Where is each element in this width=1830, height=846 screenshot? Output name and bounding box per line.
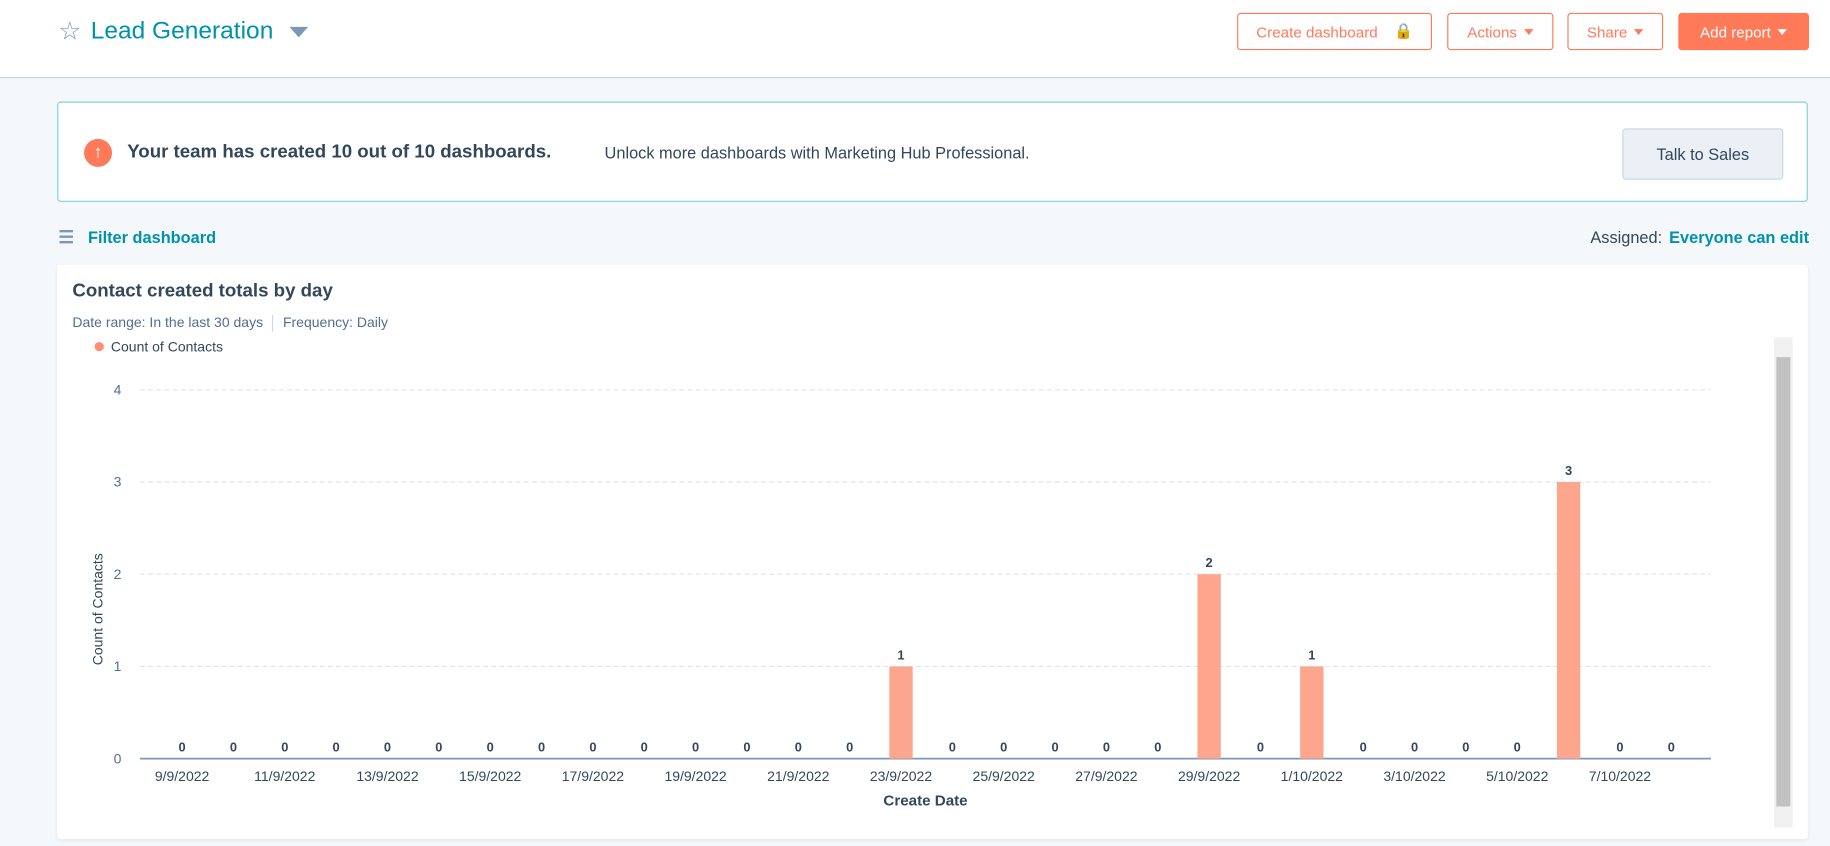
data-label: 0	[1462, 740, 1469, 755]
bar[interactable]	[889, 666, 913, 759]
x-tick-label: 9/9/2022	[155, 768, 210, 784]
data-label: 3	[1565, 463, 1572, 478]
actions-label: Actions	[1467, 22, 1518, 41]
x-tick-label: 15/9/2022	[459, 768, 521, 784]
y-tick-label: 1	[114, 658, 122, 674]
banner-subtitle: Unlock more dashboards with Marketing Hu…	[604, 143, 1030, 163]
x-tick-label: 19/9/2022	[664, 768, 726, 784]
assigned-info: Assigned: Everyone can edit	[1590, 228, 1809, 247]
data-label: 1	[897, 647, 904, 662]
assigned-link[interactable]: Everyone can edit	[1669, 228, 1809, 247]
data-label: 1	[1308, 647, 1315, 662]
data-label: 0	[1360, 740, 1367, 755]
bar[interactable]	[1556, 482, 1581, 759]
y-tick-label: 2	[114, 566, 122, 582]
x-tick-label: 17/9/2022	[562, 768, 624, 784]
data-label: 0	[1154, 740, 1161, 755]
create-dashboard-label: Create dashboard	[1256, 22, 1378, 41]
data-label: 0	[538, 740, 545, 755]
x-tick-label: 11/9/2022	[254, 768, 315, 784]
add-report-label: Add report	[1700, 22, 1771, 41]
data-label: 0	[1103, 740, 1110, 755]
data-label: 0	[281, 740, 288, 755]
bar[interactable]	[1197, 574, 1221, 759]
data-label: 0	[795, 740, 802, 755]
lock-icon: 🔒	[1394, 22, 1413, 40]
data-label: 0	[333, 740, 340, 755]
sliders-icon: ☰	[58, 227, 75, 248]
data-label: 0	[487, 740, 494, 755]
x-tick-label: 13/9/2022	[356, 768, 418, 784]
y-tick-label: 0	[114, 750, 122, 766]
data-label: 0	[1257, 740, 1264, 755]
share-label: Share	[1586, 22, 1628, 41]
share-button[interactable]: Share	[1567, 12, 1664, 51]
banner-title: Your team has created 10 out of 10 dashb…	[127, 142, 552, 163]
data-label: 0	[589, 740, 596, 755]
data-label: 0	[178, 740, 185, 755]
x-axis-title: Create Date	[883, 792, 967, 809]
assigned-label: Assigned:	[1590, 227, 1663, 247]
x-tick-label: 3/10/2022	[1383, 768, 1445, 784]
data-label: 0	[692, 740, 699, 755]
actions-button[interactable]: Actions	[1447, 12, 1554, 51]
arrow-up-icon: ↑	[84, 138, 113, 167]
bar-chart: 0123409/9/20220 011/9/20220 013/9/20220 015…	[90, 381, 1711, 809]
data-label: 0	[1616, 740, 1623, 755]
x-tick-label: 21/9/2022	[767, 768, 829, 784]
data-label: 0	[230, 740, 237, 755]
top-bar: ☆ Lead Generation Create dashboard 🔒 Acti…	[0, 0, 1830, 79]
chevron-down-icon[interactable]	[289, 26, 309, 37]
upgrade-banner: ↑ Your team has created 10 out of 10 das…	[57, 101, 1808, 202]
filter-dashboard-button[interactable]: ☰ Filter dashboard	[58, 226, 217, 248]
data-label: 0	[1000, 740, 1007, 755]
caret-down-icon	[1524, 28, 1534, 35]
star-icon[interactable]: ☆	[58, 16, 81, 46]
x-tick-label: 7/10/2022	[1589, 768, 1651, 784]
data-label: 0	[949, 740, 956, 755]
x-tick-label: 23/9/2022	[870, 768, 932, 784]
y-tick-label: 4	[114, 381, 122, 397]
x-tick-label: 27/9/2022	[1075, 768, 1137, 784]
filter-label: Filter dashboard	[88, 227, 217, 247]
y-tick-label: 3	[114, 474, 122, 490]
x-tick-label: 5/10/2022	[1486, 768, 1548, 784]
create-dashboard-button[interactable]: Create dashboard 🔒	[1237, 12, 1433, 51]
data-label: 0	[1668, 740, 1675, 755]
data-label: 0	[1411, 740, 1418, 755]
dashboard-title: Lead Generation	[90, 17, 274, 45]
add-report-button[interactable]: Add report	[1678, 12, 1810, 51]
data-label: 0	[743, 740, 750, 755]
data-label: 0	[435, 740, 442, 755]
y-axis-title: Count of Contacts	[90, 553, 106, 665]
caret-down-icon	[1777, 28, 1788, 35]
caret-down-icon	[1634, 28, 1644, 35]
data-label: 0	[641, 740, 648, 755]
dashboard-selector[interactable]: ☆ Lead Generation	[58, 16, 309, 46]
x-tick-label: 1/10/2022	[1281, 768, 1343, 784]
x-tick-label: 29/9/2022	[1178, 768, 1240, 784]
talk-to-sales-button[interactable]: Talk to Sales	[1622, 128, 1784, 180]
data-label: 2	[1206, 555, 1213, 570]
data-label: 0	[1051, 740, 1058, 755]
data-label: 0	[1514, 740, 1521, 755]
data-label: 0	[846, 740, 853, 755]
data-label: 0	[384, 740, 391, 755]
x-tick-label: 25/9/2022	[973, 768, 1035, 784]
bar[interactable]	[1300, 666, 1324, 759]
